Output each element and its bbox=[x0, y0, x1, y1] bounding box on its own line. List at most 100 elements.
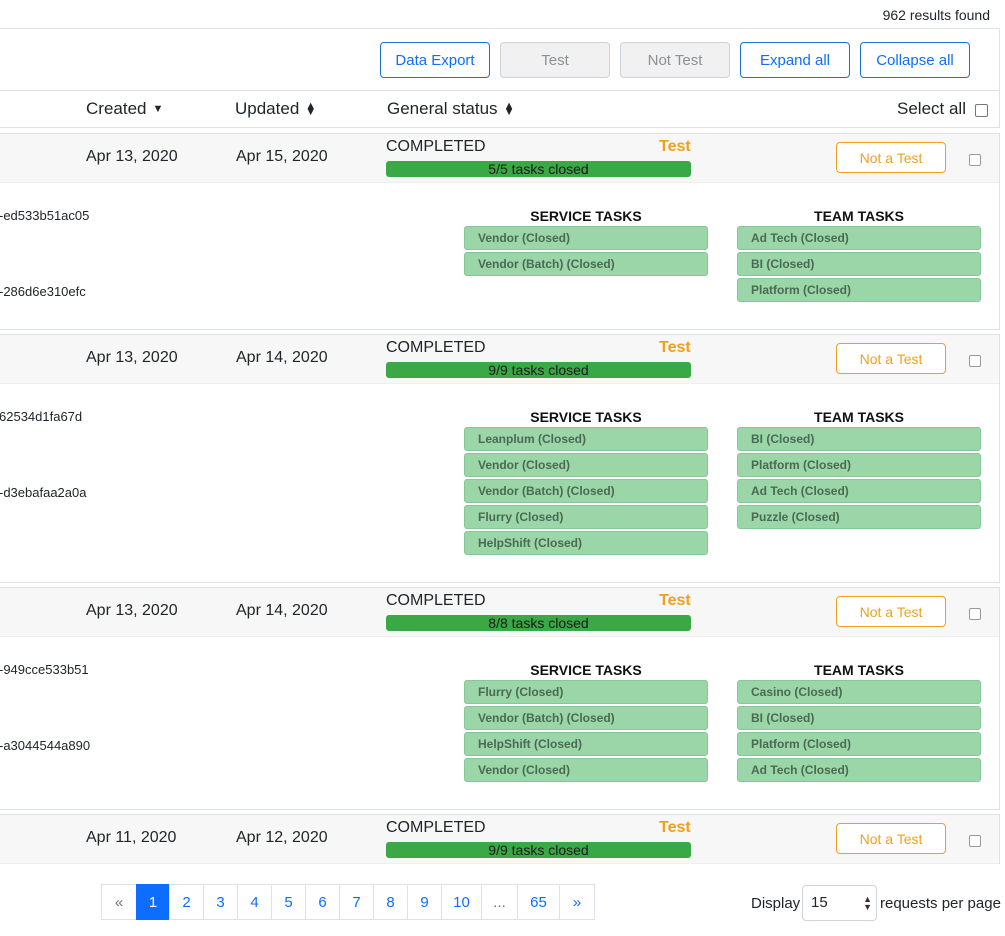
select-all: Select all bbox=[897, 99, 988, 119]
not-test-filter-button[interactable]: Not Test bbox=[620, 42, 730, 78]
general-status-column-header[interactable]: General status ▲ ▼ bbox=[387, 99, 514, 119]
page-button[interactable]: 10 bbox=[441, 884, 482, 920]
request-id: -286d6e310efc bbox=[0, 284, 86, 299]
page-button[interactable]: 2 bbox=[169, 884, 204, 920]
updated-date: Apr 12, 2020 bbox=[236, 829, 328, 846]
team-task[interactable]: BI (Closed) bbox=[737, 252, 981, 276]
collapse-all-button[interactable]: Collapse all bbox=[860, 42, 970, 78]
team-task[interactable]: Ad Tech (Closed) bbox=[737, 479, 981, 503]
service-task[interactable]: Vendor (Closed) bbox=[464, 453, 708, 477]
team-tasks-title: TEAM TASKS bbox=[814, 409, 904, 425]
select-all-checkbox[interactable] bbox=[974, 104, 988, 117]
request-summary[interactable]: Apr 13, 2020 Apr 14, 2020 COMPLETED Test… bbox=[0, 588, 999, 637]
test-filter-button[interactable]: Test bbox=[500, 42, 610, 78]
test-badge: Test bbox=[659, 819, 691, 836]
per-page-select[interactable]: 15 ▲ ▼ bbox=[802, 885, 877, 921]
status-label: COMPLETED bbox=[386, 819, 486, 836]
request-row: Apr 13, 2020 Apr 14, 2020 COMPLETED Test… bbox=[0, 587, 1000, 810]
results-count: 962 results found bbox=[882, 7, 990, 23]
team-task[interactable]: Casino (Closed) bbox=[737, 680, 981, 704]
sort-icon: ▲ ▼ bbox=[503, 100, 515, 118]
page-button[interactable]: 8 bbox=[373, 884, 408, 920]
service-task[interactable]: Leanplum (Closed) bbox=[464, 427, 708, 451]
created-column-header[interactable]: Created ▼ bbox=[86, 99, 164, 119]
team-task[interactable]: Ad Tech (Closed) bbox=[737, 226, 981, 250]
updated-date: Apr 14, 2020 bbox=[236, 349, 328, 366]
service-tasks-title: SERVICE TASKS bbox=[530, 208, 642, 224]
page-button[interactable]: 65 bbox=[517, 884, 560, 920]
service-task[interactable]: HelpShift (Closed) bbox=[464, 531, 708, 555]
request-row: Apr 11, 2020 Apr 12, 2020 COMPLETED Test… bbox=[0, 814, 1000, 864]
page-button[interactable]: 9 bbox=[407, 884, 442, 920]
created-date: Apr 13, 2020 bbox=[86, 602, 178, 619]
team-task[interactable]: Platform (Closed) bbox=[737, 278, 981, 302]
team-task[interactable]: Ad Tech (Closed) bbox=[737, 758, 981, 782]
test-badge: Test bbox=[659, 339, 691, 356]
team-task[interactable]: BI (Closed) bbox=[737, 706, 981, 730]
request-row: Apr 13, 2020 Apr 14, 2020 COMPLETED Test… bbox=[0, 334, 1000, 583]
status-label: COMPLETED bbox=[386, 339, 486, 356]
team-tasks-title: TEAM TASKS bbox=[814, 208, 904, 224]
test-badge: Test bbox=[659, 592, 691, 609]
updated-date: Apr 14, 2020 bbox=[236, 602, 328, 619]
service-task[interactable]: Vendor (Batch) (Closed) bbox=[464, 706, 708, 730]
updated-column-header[interactable]: Updated ▲ ▼ bbox=[235, 99, 317, 119]
page-ellipsis: ... bbox=[481, 884, 518, 920]
not-a-test-button[interactable]: Not a Test bbox=[836, 823, 946, 854]
service-task[interactable]: Vendor (Batch) (Closed) bbox=[464, 479, 708, 503]
request-id: -d3ebafaa2a0a bbox=[0, 485, 87, 500]
request-row: Apr 13, 2020 Apr 15, 2020 COMPLETED Test… bbox=[0, 133, 1000, 330]
team-task[interactable]: BI (Closed) bbox=[737, 427, 981, 451]
request-id: -ed533b51ac05 bbox=[0, 208, 90, 223]
row-checkbox[interactable] bbox=[969, 835, 981, 847]
select-arrows-icon: ▲ ▼ bbox=[863, 894, 872, 912]
team-task[interactable]: Puzzle (Closed) bbox=[737, 505, 981, 529]
created-date: Apr 13, 2020 bbox=[86, 349, 178, 366]
progress-bar: 9/9 tasks closed bbox=[386, 842, 691, 858]
toolbar: Data Export Test Not Test Expand all Col… bbox=[0, 28, 1000, 91]
service-task[interactable]: Vendor (Closed) bbox=[464, 758, 708, 782]
table-header: Created ▼ Updated ▲ ▼ General status ▲ ▼ S… bbox=[0, 91, 1000, 128]
sort-desc-icon: ▼ bbox=[152, 103, 164, 115]
page-button[interactable]: 6 bbox=[305, 884, 340, 920]
progress-bar: 5/5 tasks closed bbox=[386, 161, 691, 177]
page-button[interactable]: 1 bbox=[136, 884, 170, 920]
display-label: Display bbox=[751, 895, 801, 912]
page-next-button[interactable]: » bbox=[559, 884, 595, 920]
row-checkbox[interactable] bbox=[969, 355, 981, 367]
request-summary[interactable]: Apr 13, 2020 Apr 15, 2020 COMPLETED Test… bbox=[0, 134, 999, 183]
status-label: COMPLETED bbox=[386, 138, 486, 155]
page-button[interactable]: 3 bbox=[203, 884, 238, 920]
row-checkbox[interactable] bbox=[969, 154, 981, 166]
request-summary[interactable]: Apr 13, 2020 Apr 14, 2020 COMPLETED Test… bbox=[0, 335, 999, 384]
expand-all-button[interactable]: Expand all bbox=[740, 42, 850, 78]
service-task[interactable]: Flurry (Closed) bbox=[464, 680, 708, 704]
service-task[interactable]: Vendor (Closed) bbox=[464, 226, 708, 250]
service-task[interactable]: Vendor (Batch) (Closed) bbox=[464, 252, 708, 276]
data-export-button[interactable]: Data Export bbox=[380, 42, 490, 78]
page-button[interactable]: 4 bbox=[237, 884, 272, 920]
not-a-test-button[interactable]: Not a Test bbox=[836, 142, 946, 173]
request-summary[interactable]: Apr 11, 2020 Apr 12, 2020 COMPLETED Test… bbox=[0, 815, 999, 864]
service-task[interactable]: Flurry (Closed) bbox=[464, 505, 708, 529]
row-checkbox[interactable] bbox=[969, 608, 981, 620]
not-a-test-button[interactable]: Not a Test bbox=[836, 596, 946, 627]
page-button[interactable]: 5 bbox=[271, 884, 306, 920]
service-task[interactable]: HelpShift (Closed) bbox=[464, 732, 708, 756]
not-a-test-button[interactable]: Not a Test bbox=[836, 343, 946, 374]
service-tasks-title: SERVICE TASKS bbox=[530, 409, 642, 425]
created-date: Apr 11, 2020 bbox=[86, 829, 177, 846]
request-id: -a3044544a890 bbox=[0, 738, 91, 753]
sort-icon: ▲ ▼ bbox=[305, 100, 317, 118]
progress-bar: 8/8 tasks closed bbox=[386, 615, 691, 631]
team-task[interactable]: Platform (Closed) bbox=[737, 453, 981, 477]
test-badge: Test bbox=[659, 138, 691, 155]
page-prev-button[interactable]: « bbox=[101, 884, 137, 920]
progress-bar: 9/9 tasks closed bbox=[386, 362, 691, 378]
created-date: Apr 13, 2020 bbox=[86, 148, 178, 165]
request-id: 62534d1fa67d bbox=[0, 409, 83, 424]
team-task[interactable]: Platform (Closed) bbox=[737, 732, 981, 756]
page-button[interactable]: 7 bbox=[339, 884, 374, 920]
status-label: COMPLETED bbox=[386, 592, 486, 609]
updated-date: Apr 15, 2020 bbox=[236, 148, 328, 165]
